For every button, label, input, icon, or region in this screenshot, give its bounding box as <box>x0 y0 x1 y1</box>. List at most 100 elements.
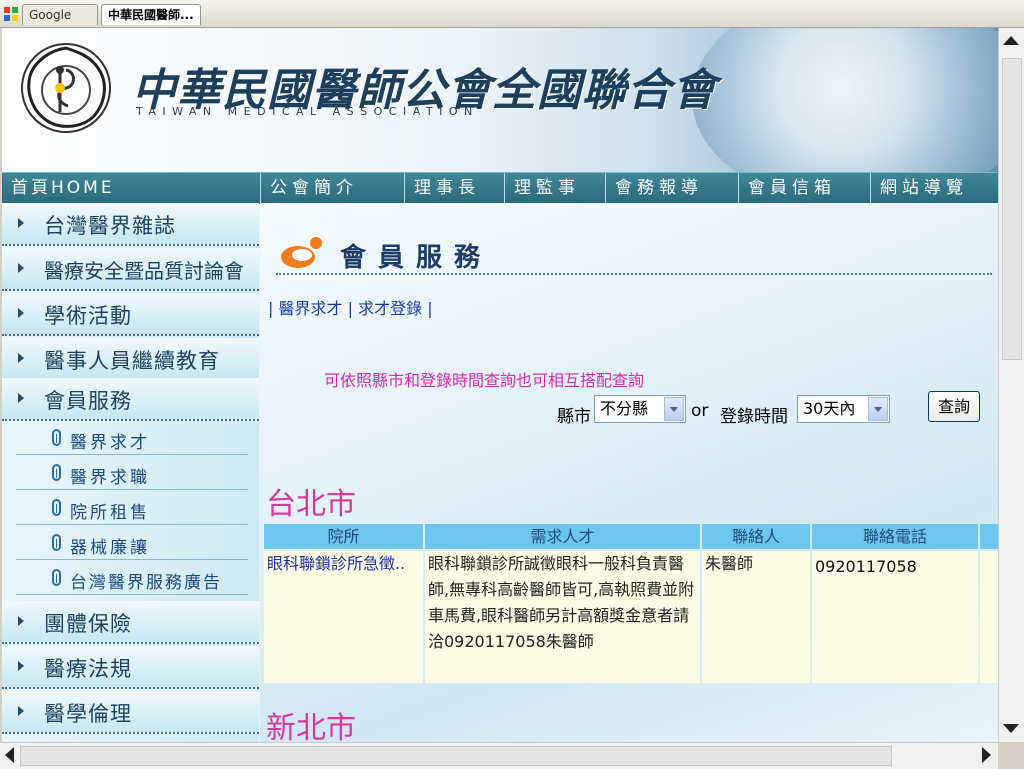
sidebar-item-academic[interactable]: 學術活動 <box>2 293 259 336</box>
sidebar-item-journal[interactable]: 台灣醫界雜誌 <box>2 203 259 246</box>
subitem-job-seek[interactable]: 醫界求職 <box>16 456 248 490</box>
table-cell-need: 眼科聯鎖診所誠徵眼科一般科負責醫師,無專科高齡醫師皆可,高執照費並附車馬費,眼科… <box>425 551 700 683</box>
time-label: 登錄時間 <box>720 407 788 427</box>
vertical-scroll-thumb[interactable] <box>1002 58 1022 360</box>
section-divider <box>276 273 992 275</box>
left-sidebar: 台灣醫界雜誌 醫療安全暨品質討論會 學術活動 醫事人員繼續教育 會員服務 醫界求… <box>2 203 259 742</box>
table-header-phone: 聯絡電話 <box>812 524 978 549</box>
link-separator: | <box>427 299 433 318</box>
link-recruit[interactable]: 醫界求才 <box>278 299 342 318</box>
or-label: or <box>691 401 709 421</box>
scroll-left-icon[interactable] <box>5 747 14 763</box>
paperclip-icon <box>52 534 61 551</box>
sidebar-item-education[interactable]: 醫事人員繼續教育 <box>2 338 259 381</box>
query-button[interactable]: 查詢 <box>928 391 980 422</box>
paperclip-icon <box>52 429 61 446</box>
sidebar-item-regulations[interactable]: 醫療法規 <box>2 646 259 689</box>
arrow-right-icon <box>18 616 24 626</box>
city-heading-new-taipei: 新北市 <box>266 711 356 742</box>
nav-sitemap[interactable]: 網站導覽 <box>870 173 998 203</box>
sidebar-item-safety-forum[interactable]: 醫療安全暨品質討論會 <box>2 248 259 291</box>
nav-mailbox[interactable]: 會員信箱 <box>738 173 870 203</box>
link-register[interactable]: 求才登錄 <box>358 299 422 318</box>
section-logo-icon <box>281 237 322 268</box>
main-content: 會員服務 | 醫界求才 | 求才登錄 | 可依照縣市和登錄時間查詢也可相互搭配查… <box>260 203 998 742</box>
globe-graphic <box>692 28 998 172</box>
table-header-contact: 聯絡人 <box>702 524 810 549</box>
arrow-right-icon <box>18 661 24 671</box>
time-selected-value: 30天內 <box>803 399 856 418</box>
scrollbar-corner <box>998 742 1024 768</box>
browser-tab-bar: Google 中華民國醫師... <box>0 0 1024 28</box>
table-cell-contact: 朱醫師 <box>702 551 810 683</box>
scroll-up-icon[interactable] <box>1003 36 1019 45</box>
top-navigation: 首頁HOME 公會簡介 理事長 理監事 會務報導 會員信箱 網站導覽 <box>2 172 998 204</box>
county-select[interactable]: 不分縣 <box>594 395 686 423</box>
city-heading-taipei: 台北市 <box>266 487 356 522</box>
subitem-recruit[interactable]: 醫界求才 <box>16 421 248 455</box>
paperclip-icon <box>52 569 61 586</box>
site-subtitle: TAIWAN MEDICAL ASSOCIATION <box>136 105 479 118</box>
time-select[interactable]: 30天內 <box>797 395 890 423</box>
subitem-label: 器械廉讓 <box>70 538 150 558</box>
nav-directors[interactable]: 理監事 <box>504 173 605 203</box>
horizontal-scroll-thumb[interactable] <box>20 746 892 766</box>
sidebar-item-ethics[interactable]: 醫學倫理 <box>2 691 259 734</box>
nav-about[interactable]: 公會簡介 <box>260 173 404 203</box>
table-header-clinic: 院所 <box>264 524 423 549</box>
sidebar-item-insurance[interactable]: 團體保險 <box>2 601 259 644</box>
sidebar-item-member-services[interactable]: 會員服務 <box>2 378 259 421</box>
subitem-label: 台灣醫界服務廣告 <box>70 573 222 593</box>
link-separator: | <box>347 299 353 318</box>
table-cell-clinic[interactable]: 眼科聯鎖診所急徵.. <box>264 551 423 683</box>
subitem-service-ads[interactable]: 台灣醫界服務廣告 <box>16 561 248 595</box>
arrow-right-icon <box>18 706 24 716</box>
arrow-right-icon <box>18 353 24 363</box>
sidebar-item-label: 醫療法規 <box>44 657 132 681</box>
clinic-link[interactable]: 眼科聯鎖診所急徵.. <box>267 554 405 573</box>
sidebar-item-label: 台灣醫界雜誌 <box>44 214 176 238</box>
link-separator: | <box>268 299 274 318</box>
horizontal-scrollbar[interactable] <box>0 742 998 769</box>
site-header: 中華民國醫師公會全國聯合會 TAIWAN MEDICAL ASSOCIATION <box>2 28 998 172</box>
table-cell-phone: 0920117058 <box>812 551 978 683</box>
table-header-extra <box>980 524 998 549</box>
scroll-right-icon[interactable] <box>982 747 991 763</box>
subitem-label: 醫界求才 <box>70 433 150 453</box>
vertical-scrollbar[interactable] <box>998 28 1024 742</box>
sidebar-item-label: 團體保險 <box>44 612 132 636</box>
nav-home[interactable]: 首頁HOME <box>2 173 260 203</box>
subitem-equipment[interactable]: 器械廉讓 <box>16 526 248 560</box>
county-label: 縣市 <box>557 407 591 427</box>
dropdown-arrow-icon[interactable] <box>664 397 684 421</box>
subitem-label: 醫界求職 <box>70 468 150 488</box>
sidebar-item-label: 醫事人員繼續教育 <box>44 349 220 373</box>
scroll-down-icon[interactable] <box>1003 724 1019 733</box>
tab-current[interactable]: 中華民國醫師... <box>101 4 201 25</box>
subitem-label: 院所租售 <box>70 503 150 523</box>
arrow-right-icon <box>18 263 24 273</box>
sidebar-item-label: 醫療安全暨品質討論會 <box>44 259 244 283</box>
paperclip-icon <box>52 499 61 516</box>
search-hint: 可依照縣市和登錄時間查詢也可相互搭配查詢 <box>324 371 645 390</box>
table-cell-extra <box>980 551 998 683</box>
tab-google[interactable]: Google <box>22 4 98 25</box>
arrow-right-icon <box>18 218 24 228</box>
paperclip-icon <box>52 464 61 481</box>
arrow-right-icon <box>18 308 24 318</box>
sidebar-item-label: 醫學倫理 <box>44 702 132 726</box>
web-page: 中華民國醫師公會全國聯合會 TAIWAN MEDICAL ASSOCIATION… <box>2 28 998 742</box>
section-title: 會員服務 <box>340 243 493 273</box>
sidebar-item-label: 學術活動 <box>44 304 132 328</box>
tab-current-label: 中華民國醫師... <box>108 8 194 22</box>
nav-chairman[interactable]: 理事長 <box>404 173 504 203</box>
subitem-clinic-rental[interactable]: 院所租售 <box>16 491 248 525</box>
county-selected-value: 不分縣 <box>600 399 649 418</box>
association-seal-logo <box>21 43 111 133</box>
arrow-right-icon <box>18 393 24 403</box>
table-header-need: 需求人才 <box>425 524 700 549</box>
dropdown-arrow-icon[interactable] <box>868 397 888 421</box>
nav-news[interactable]: 會務報導 <box>605 173 738 203</box>
tab-google-label: Google <box>29 8 72 22</box>
service-links: | 醫界求才 | 求才登錄 | <box>268 295 433 319</box>
